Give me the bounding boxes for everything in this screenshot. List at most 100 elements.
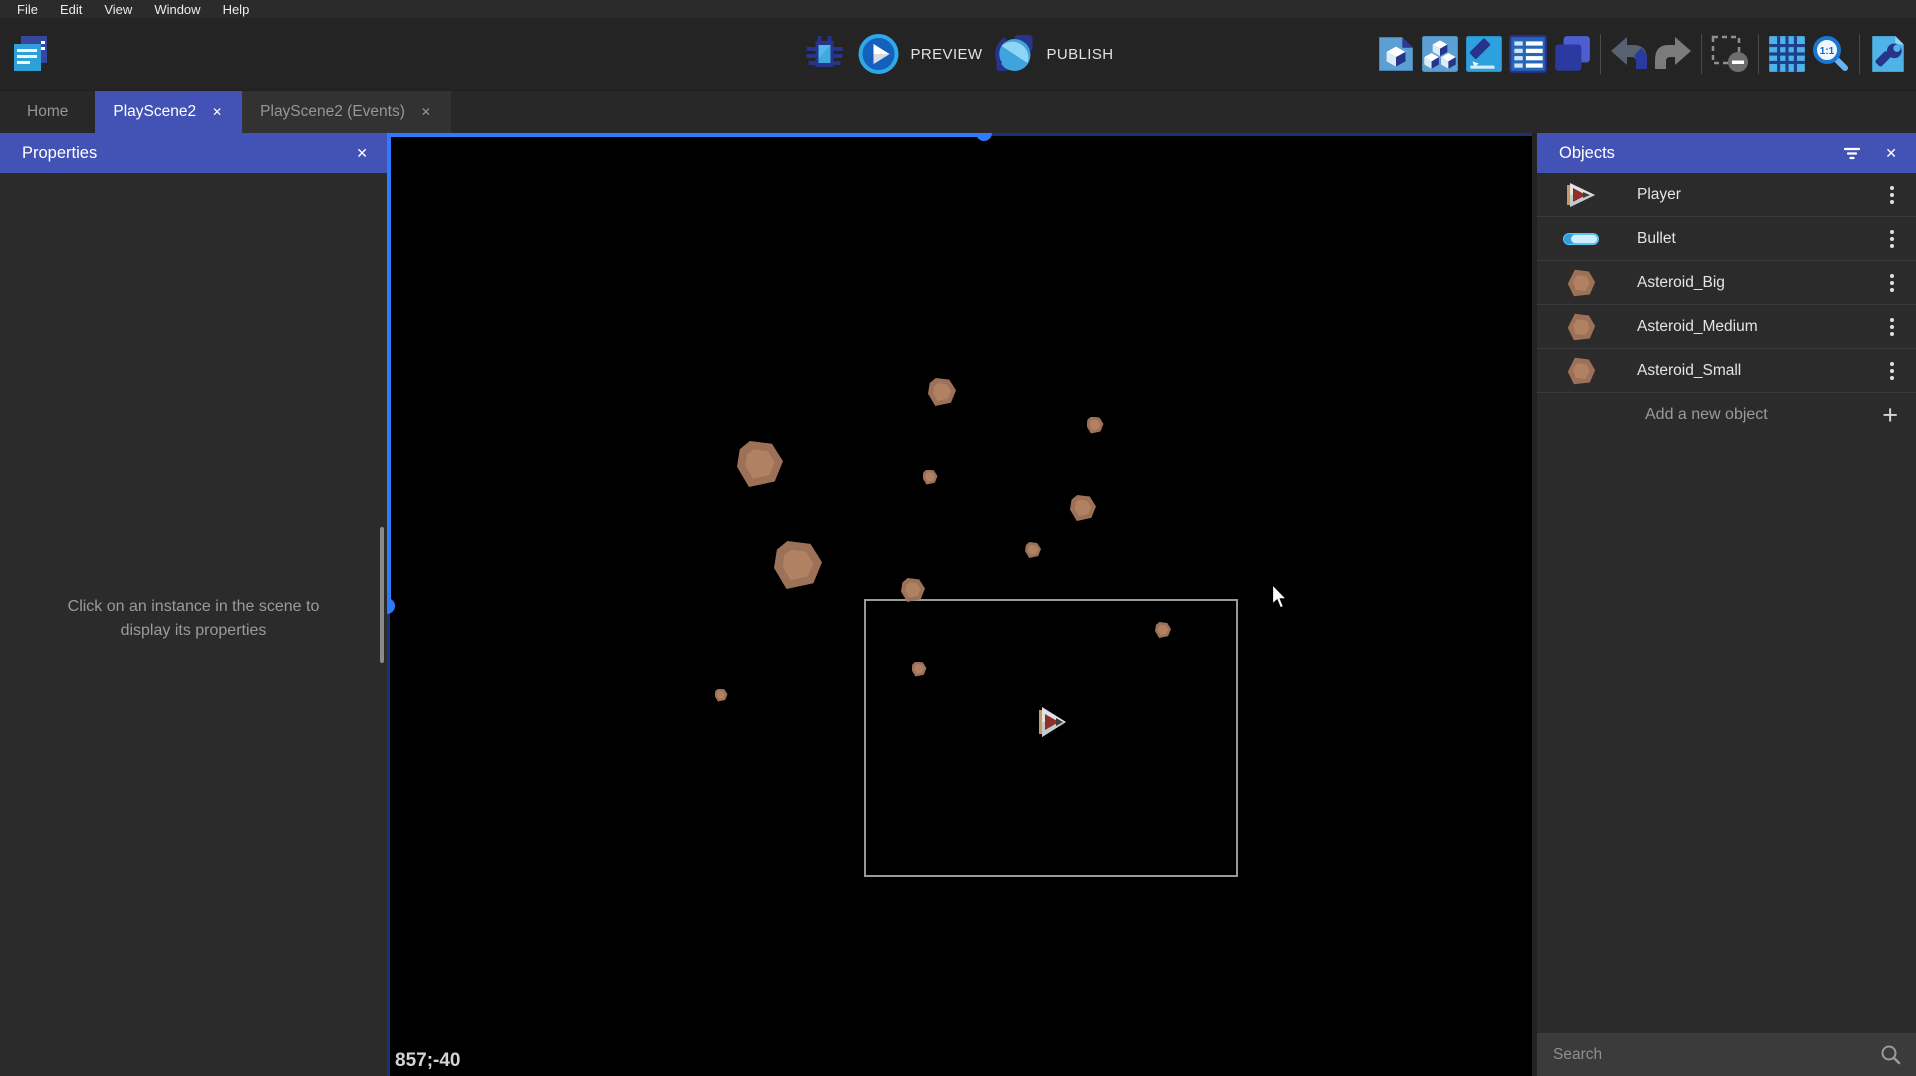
asteroid-instance[interactable] — [737, 441, 783, 487]
objects-panel: Objects ✕ Player Bullet Asteroid_Big Ast… — [1537, 133, 1916, 1076]
preview-button[interactable]: PREVIEW — [857, 32, 983, 76]
tab-home[interactable]: Home — [0, 91, 95, 133]
instance-properties-icon[interactable] — [1374, 32, 1418, 76]
tab-label: PlayScene2 (Events) — [260, 103, 405, 121]
objects-search-bar — [1537, 1033, 1916, 1076]
tab-label: PlayScene2 — [113, 103, 196, 121]
grid-icon[interactable] — [1765, 32, 1809, 76]
asteroid-highlight — [1075, 500, 1092, 517]
toolbar-separator — [1600, 34, 1601, 74]
v-scrollbar-track[interactable] — [387, 133, 391, 605]
object-row-asteroid_big[interactable]: Asteroid_Big — [1537, 261, 1916, 305]
tab-close-icon[interactable]: ✕ — [419, 104, 433, 120]
undo-icon[interactable] — [1607, 32, 1651, 76]
properties-header: Properties ✕ — [0, 133, 387, 173]
object-row-asteroid_small[interactable]: Asteroid_Small — [1537, 349, 1916, 393]
asteroid-highlight — [717, 691, 725, 699]
bullet-icon — [1561, 231, 1601, 247]
h-scrollbar-thumb[interactable] — [976, 133, 992, 141]
publish-button[interactable]: PUBLISH — [992, 32, 1113, 76]
asteroid-instance[interactable] — [1025, 542, 1041, 558]
player-instance[interactable] — [1035, 704, 1069, 740]
add-object-button[interactable]: Add a new object + — [1537, 393, 1916, 437]
menu-help[interactable]: Help — [212, 2, 261, 17]
menu-view[interactable]: View — [93, 2, 143, 17]
asteroid-instance[interactable] — [715, 689, 728, 702]
properties-empty-message: Click on an instance in the scene to dis… — [0, 595, 387, 643]
toolbar-separator — [1859, 34, 1860, 74]
add-object-label: Add a new object — [1645, 406, 1768, 424]
preview-label: PREVIEW — [911, 46, 983, 63]
properties-scrollbar[interactable] — [380, 527, 384, 663]
objects-list-icon[interactable] — [1418, 32, 1462, 76]
menu-file[interactable]: File — [6, 2, 49, 17]
object-menu-button[interactable] — [1884, 182, 1900, 208]
cursor-coordinates: 857;-40 — [395, 1050, 461, 1072]
instances-list-icon[interactable] — [1506, 32, 1550, 76]
properties-panel: Properties ✕ Click on an instance in the… — [0, 133, 387, 1076]
asteroid-instance[interactable] — [928, 378, 956, 406]
object-row-player[interactable]: Player — [1537, 173, 1916, 217]
object-menu-button[interactable] — [1884, 314, 1900, 340]
tab-playscene2[interactable]: PlayScene2 ✕ — [95, 91, 242, 133]
tab-label: Home — [27, 103, 68, 121]
object-row-bullet[interactable]: Bullet — [1537, 217, 1916, 261]
object-menu-button[interactable] — [1884, 226, 1900, 252]
h-scrollbar-track[interactable] — [387, 133, 983, 137]
asteroid-highlight — [914, 664, 924, 674]
object-groups-icon[interactable] — [1462, 32, 1506, 76]
object-label: Player — [1637, 186, 1884, 204]
asteroid-highlight — [783, 550, 814, 581]
asteroid-highlight — [1158, 625, 1168, 635]
asteroid-highlight — [925, 472, 935, 482]
properties-title: Properties — [22, 144, 352, 163]
objects-title: Objects — [1559, 144, 1841, 163]
tab-close-icon[interactable]: ✕ — [210, 104, 224, 120]
close-icon[interactable]: ✕ — [1881, 143, 1901, 164]
search-icon[interactable] — [1880, 1044, 1902, 1066]
clear-selection-icon[interactable] — [1708, 32, 1752, 76]
asteroid-icon — [1561, 268, 1601, 298]
asteroid-highlight — [933, 383, 951, 401]
publish-globe-icon — [992, 32, 1036, 76]
menu-window[interactable]: Window — [143, 2, 211, 17]
asteroid-icon — [1561, 356, 1601, 386]
zoom-original-icon[interactable]: 1:1 — [1809, 32, 1853, 76]
object-menu-button[interactable] — [1884, 358, 1900, 384]
object-menu-button[interactable] — [1884, 270, 1900, 296]
v-scrollbar-track[interactable] — [387, 605, 390, 1076]
asteroid-highlight — [1090, 420, 1101, 431]
project-manager-icon[interactable] — [8, 32, 52, 76]
asteroid-instance[interactable] — [1087, 417, 1104, 434]
scene-canvas[interactable]: 857;-40 — [387, 133, 1532, 1076]
project-settings-icon[interactable] — [1866, 32, 1910, 76]
redo-icon[interactable] — [1651, 32, 1695, 76]
player-ship-icon — [1561, 181, 1601, 209]
publish-label: PUBLISH — [1046, 46, 1113, 63]
object-label: Asteroid_Small — [1637, 362, 1884, 380]
main-area: Properties ✕ Click on an instance in the… — [0, 133, 1916, 1076]
menu-edit[interactable]: Edit — [49, 2, 93, 17]
plus-icon: + — [1882, 402, 1898, 429]
tab-playscene2-events[interactable]: PlayScene2 (Events) ✕ — [242, 91, 451, 133]
filter-icon[interactable] — [1841, 143, 1863, 163]
asteroid-instance[interactable] — [774, 541, 822, 589]
h-scrollbar-track[interactable] — [983, 133, 1532, 136]
object-row-asteroid_medium[interactable]: Asteroid_Medium — [1537, 305, 1916, 349]
object-label: Asteroid_Big — [1637, 274, 1884, 292]
debugger-icon[interactable] — [803, 32, 847, 76]
asteroid-icon — [1561, 312, 1601, 342]
toolbar-separator — [1758, 34, 1759, 74]
objects-header: Objects ✕ — [1537, 133, 1916, 173]
asteroid-instance[interactable] — [923, 470, 938, 485]
preview-play-icon — [857, 32, 901, 76]
search-input[interactable] — [1553, 1046, 1880, 1064]
layers-icon[interactable] — [1550, 32, 1594, 76]
v-scrollbar-thumb[interactable] — [387, 598, 395, 614]
asteroid-highlight — [1028, 545, 1038, 555]
object-label: Bullet — [1637, 230, 1884, 248]
asteroid-highlight — [905, 582, 920, 597]
close-icon[interactable]: ✕ — [352, 143, 372, 164]
asteroid-instance[interactable] — [1070, 495, 1096, 521]
mouse-cursor — [1271, 585, 1288, 610]
